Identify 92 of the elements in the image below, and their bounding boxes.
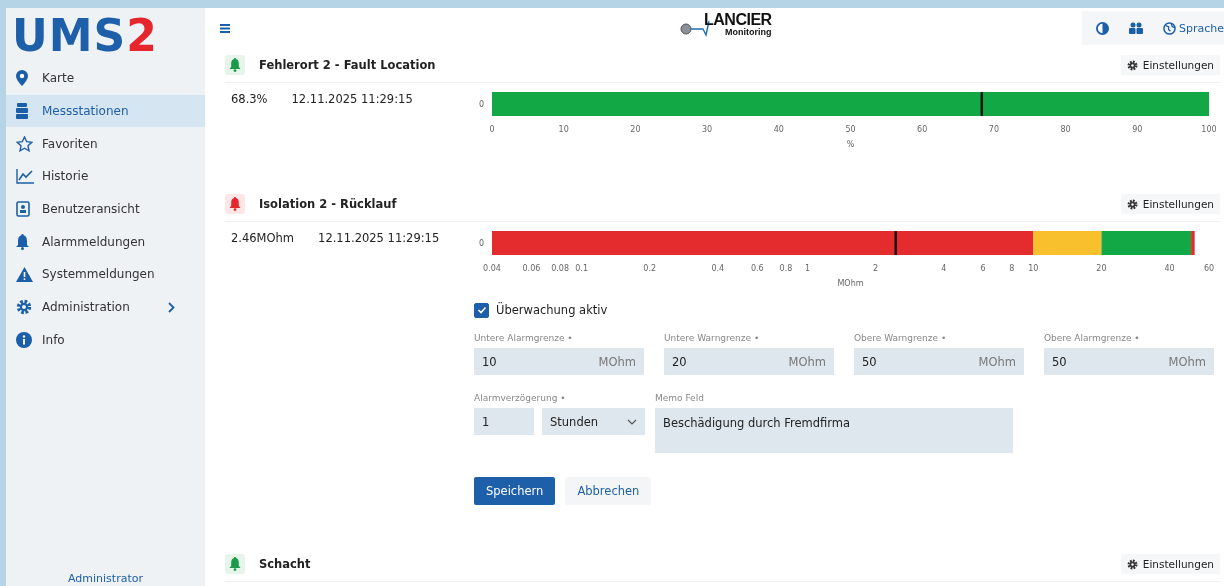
axis-tick-label: 0 [489,125,495,134]
axis-tick-label: 8 [1009,264,1015,273]
input-field[interactable]: 10 MOhm [474,348,644,375]
language-button[interactable]: Sprache [1163,21,1224,35]
cancel-button[interactable]: Abbrechen [565,477,652,505]
axis-tick-label: 0 [479,239,485,248]
chevron-down-icon [627,418,637,425]
logo: UMS2 [11,9,158,59]
sensor-title: Isolation 2 - Rücklauf [259,197,397,211]
user-name[interactable]: Administrator [68,572,143,586]
value-marker [894,231,897,255]
settings-icon [1126,59,1138,71]
axis-tick-label: 20 [630,125,641,134]
value-marker [980,92,983,116]
timestamp: 12.11.2025 11:29:15 [291,92,413,106]
axis-tick-label: 60 [1203,264,1215,273]
axis-tick-label: 0.8 [779,264,793,273]
checkmark-icon [476,305,487,315]
nav-item[interactable]: Benutzeransicht [6,192,205,226]
axis-tick-label: 6 [980,264,986,273]
axis-tick-label: 0.04 [483,264,501,273]
field-label: Obere Alarmgrenze • [1044,333,1141,343]
field-label: Untere Warngrenze • [664,333,761,343]
field-label: Memo Feld [655,393,705,403]
sensor-value: 2.46MOhm [231,231,295,245]
axis-tick-label: 50 [845,125,856,134]
contrast-icon[interactable] [1096,21,1109,35]
nav-item[interactable]: Karte [6,62,205,95]
nav-item[interactable]: Info [6,323,205,357]
id-card-icon [16,201,30,218]
field-label: Untere Alarmgrenze • [474,333,574,343]
axis-tick-label: 0.06 [522,264,541,273]
axis-tick-label: 90 [1132,125,1143,134]
bell-icon [16,233,29,250]
server-icon [16,103,28,120]
nav-item[interactable]: Historie [6,160,205,193]
axis-tick-label: 30 [702,125,713,134]
axis-tick-label: 4 [941,264,947,273]
axis-tick-label: 100 [1201,125,1217,134]
users-icon[interactable] [1129,22,1143,34]
axis-tick-label: 20 [1096,264,1107,273]
map-pin-icon [16,70,28,87]
axis-tick-label: 0.6 [750,264,764,273]
sensor-value: 68.3% [231,92,268,106]
axis-tick-label: 80 [1060,125,1071,134]
nav-item[interactable]: Messstationen [6,94,205,128]
menu-icon[interactable] [220,23,230,33]
axis-tick-label: 70 [988,125,999,134]
axis-tick-label: 60 [917,125,928,134]
nav-item[interactable]: Administration [6,290,205,324]
axis-tick-label: 40 [1164,264,1175,273]
info-icon [16,331,32,348]
axis-tick-label: 1 [804,264,811,273]
axis-title: MOhm [837,279,864,288]
input-field[interactable]: 50 MOhm [1044,348,1214,375]
axis-title: % [846,140,855,149]
axis-tick-label: 40 [773,125,784,134]
settings-button[interactable]: Einstellungen [1120,55,1220,75]
settings-icon [1126,558,1138,570]
memo-field[interactable]: Beschädigung durch Fremdfirma [655,408,1013,453]
axis-tick-label: 10 [1028,264,1039,273]
field-label: Obere Warngrenze • [854,333,948,343]
nav-item[interactable]: Systemmeldungen [6,258,205,291]
unit-dropdown[interactable]: Stunden [542,408,645,435]
settings-icon [1126,198,1138,210]
nav-item[interactable]: Alarmmeldungen [6,225,205,259]
timestamp: 12.11.2025 11:29:15 [318,231,440,245]
line-chart-icon [16,168,34,184]
axis-tick-label: 10 [558,125,569,134]
star-icon [16,135,33,152]
sensor-title: Fehlerort 2 - Fault Location [259,58,436,72]
input-field[interactable]: 20 MOhm [664,348,834,375]
input-field[interactable]: 1 [474,408,534,435]
axis-tick-label: 2 [873,264,879,273]
settings-button[interactable]: Einstellungen [1120,194,1220,214]
axis-tick-label: 0.08 [551,264,569,273]
save-button[interactable]: Speichern [474,477,556,505]
nav-item[interactable]: Favoriten [6,127,205,161]
field-label: Alarmverzögerung • [474,393,567,403]
warning-icon [16,266,33,282]
checkbox-label: Überwachung aktiv [496,303,608,317]
globe-icon [1163,21,1176,35]
sensor-title: Schacht [259,557,311,571]
checkbox[interactable] [474,302,489,318]
axis-tick-label: 0.4 [711,264,725,273]
brand-logo: LANCIER Monitoring [680,12,772,37]
settings-button[interactable]: Einstellungen [1120,554,1220,574]
gear-icon [16,299,32,316]
axis-tick-label: 0.1 [575,264,588,273]
axis-tick-label: 0.2 [643,264,657,273]
input-field[interactable]: 50 MOhm [854,348,1024,375]
axis-tick-label: 0 [479,100,485,109]
